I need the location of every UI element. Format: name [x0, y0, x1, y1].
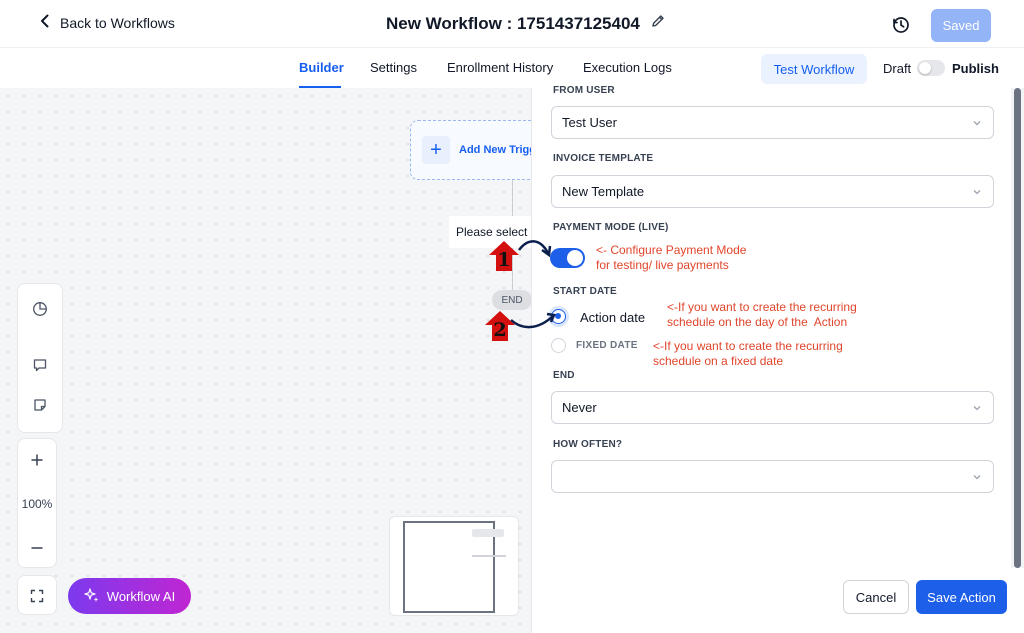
tab-enrollment-history[interactable]: Enrollment History — [447, 60, 553, 75]
test-workflow-button[interactable]: Test Workflow — [761, 54, 867, 84]
saved-button[interactable]: Saved — [931, 9, 991, 42]
zoom-out-icon[interactable] — [18, 533, 56, 563]
pie-chart-icon[interactable] — [18, 294, 62, 324]
chevron-down-icon — [973, 406, 981, 411]
fixed-date-note: <-If you want to create the recurring sc… — [653, 339, 843, 368]
canvas-tools-panel — [17, 283, 63, 433]
back-to-workflows-link[interactable]: Back to Workflows — [38, 14, 175, 31]
sticky-note-icon[interactable] — [18, 390, 62, 420]
top-header: Back to Workflows New Workflow : 1751437… — [0, 0, 1024, 48]
action-date-radio[interactable] — [551, 309, 566, 324]
publish-toggle[interactable] — [917, 60, 945, 76]
expand-icon — [18, 586, 56, 606]
chevron-down-icon — [973, 121, 981, 126]
end-value: Never — [562, 400, 597, 415]
from-user-label: FROM USER — [553, 85, 615, 96]
invoice-template-label: INVOICE TEMPLATE — [553, 153, 654, 164]
workflow-canvas[interactable]: + Add New Trigger Please select an actio… — [0, 88, 531, 633]
workflow-ai-button[interactable]: Workflow AI — [68, 578, 191, 614]
workflow-title: New Workflow : 1751437125404 — [386, 13, 640, 33]
payment-mode-note: <- Configure Payment Mode for testing/ l… — [596, 243, 747, 272]
sparkle-icon — [84, 587, 100, 606]
back-label: Back to Workflows — [60, 14, 175, 31]
toggle-knob — [919, 62, 931, 74]
workflow-title-wrap: New Workflow : 1751437125404 — [386, 13, 666, 34]
scrollbar-thumb[interactable] — [1014, 88, 1021, 568]
minimap[interactable] — [389, 516, 519, 616]
from-user-select[interactable]: Test User — [551, 106, 994, 139]
fixed-date-radio[interactable] — [551, 338, 566, 353]
step-2-badge: 2 — [484, 310, 516, 342]
connector-line — [512, 180, 513, 216]
toggle-knob — [567, 250, 583, 266]
invoice-template-value: New Template — [562, 184, 645, 199]
end-select[interactable]: Never — [551, 391, 994, 424]
end-node: END — [492, 290, 531, 310]
chevron-down-icon — [973, 190, 981, 195]
zoom-level: 100% — [21, 497, 53, 511]
comment-icon[interactable] — [18, 350, 62, 380]
publish-label: Publish — [952, 61, 999, 76]
history-icon[interactable] — [891, 15, 911, 35]
payment-mode-toggle[interactable] — [550, 248, 585, 268]
chevron-down-icon — [973, 475, 981, 480]
how-often-select[interactable] — [551, 460, 994, 493]
tab-settings[interactable]: Settings — [370, 60, 417, 75]
minimap-node — [472, 555, 506, 557]
tab-execution-logs[interactable]: Execution Logs — [583, 60, 672, 75]
end-label: END — [553, 370, 575, 381]
step-1-badge: 1 — [488, 240, 520, 272]
how-often-label: HOW OFTEN? — [553, 439, 623, 450]
chevron-left-icon — [38, 14, 52, 31]
invoice-template-select[interactable]: New Template — [551, 175, 994, 208]
start-date-label: START DATE — [553, 286, 617, 297]
add-trigger-node[interactable]: + Add New Trigger — [410, 120, 531, 180]
payment-mode-label: PAYMENT MODE (LIVE) — [553, 222, 669, 233]
plus-icon: + — [422, 136, 450, 164]
action-date-label: Action date — [580, 310, 646, 325]
workflow-ai-label: Workflow AI — [106, 588, 176, 604]
tab-builder[interactable]: Builder — [299, 60, 344, 75]
action-date-note: <-If you want to create the recurring sc… — [667, 300, 857, 329]
zoom-controls: 100% — [17, 438, 57, 568]
draft-label: Draft — [883, 61, 912, 76]
save-action-button[interactable]: Save Action — [916, 580, 1007, 614]
fixed-date-label: FIXED DATE — [576, 340, 638, 351]
panel-scrollbar[interactable] — [1011, 88, 1024, 568]
add-trigger-label: Add New Trigger — [459, 144, 531, 156]
from-user-value: Test User — [562, 115, 617, 130]
pencil-icon[interactable] — [650, 13, 666, 34]
cancel-button[interactable]: Cancel — [843, 580, 909, 614]
minimap-node — [472, 529, 504, 537]
zoom-in-icon[interactable] — [18, 445, 56, 475]
tabs-row: Builder Settings Enrollment History Exec… — [0, 48, 1024, 88]
fullscreen-button[interactable] — [17, 575, 57, 615]
